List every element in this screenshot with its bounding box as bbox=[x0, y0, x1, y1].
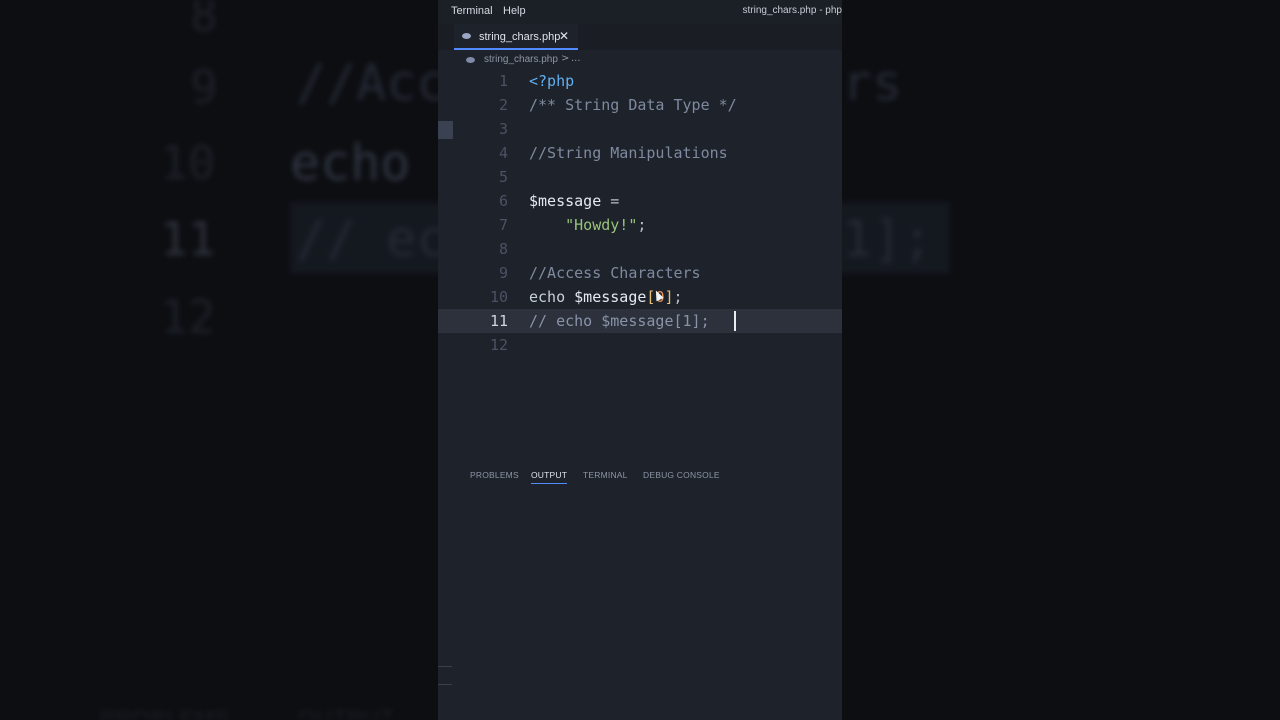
panel-tab-bar: PROBLEMS OUTPUT TERMINAL DEBUG CONSOLE bbox=[438, 464, 842, 488]
code-line[interactable]: 1 <?php bbox=[438, 69, 842, 93]
screen: 8 9 10 11 12 //Acc rs echo // ec 1]; PRO… bbox=[0, 0, 1280, 720]
editor-tab-bar: string_chars.php ✕ bbox=[438, 24, 842, 50]
code-bracket: ] bbox=[664, 288, 674, 306]
background-code: 1]; bbox=[842, 210, 933, 268]
background-code: rs bbox=[842, 54, 903, 112]
background-code: echo bbox=[290, 134, 411, 192]
tab-output[interactable]: OUTPUT bbox=[531, 470, 568, 484]
code-comment: // echo $message[1]; bbox=[529, 312, 710, 330]
line-number: 3 bbox=[498, 120, 508, 138]
code-line-active[interactable]: 11 // echo $message[1]; bbox=[438, 309, 842, 333]
background-line-number: 10 bbox=[160, 136, 216, 190]
tab-string-chars[interactable]: string_chars.php ✕ bbox=[454, 24, 578, 50]
background-line-number: 11 bbox=[160, 212, 216, 266]
background-line-number: 12 bbox=[160, 290, 216, 344]
line-number: 8 bbox=[498, 240, 508, 258]
php-file-icon bbox=[466, 57, 475, 63]
code-line[interactable]: 3 bbox=[438, 117, 842, 141]
line-number: 12 bbox=[489, 336, 508, 354]
code-keyword: echo bbox=[529, 288, 575, 306]
tab-problems[interactable]: PROBLEMS bbox=[470, 470, 519, 480]
divider bbox=[438, 684, 452, 685]
tab-label: string_chars.php bbox=[479, 31, 561, 43]
code-operator: = bbox=[601, 192, 620, 210]
close-icon[interactable]: ✕ bbox=[559, 29, 569, 43]
code-line[interactable]: 8 bbox=[438, 237, 842, 261]
line-number: 2 bbox=[498, 96, 508, 114]
breadcrumb-more[interactable]: ... bbox=[571, 53, 581, 64]
code-comment: //String Manipulations bbox=[529, 144, 728, 162]
line-number: 9 bbox=[498, 264, 508, 282]
chevron-right-icon: > bbox=[561, 53, 570, 64]
background-code: // ec bbox=[296, 210, 447, 268]
code-comment: /** String Data Type */ bbox=[529, 96, 737, 114]
code-line[interactable]: 7 "Howdy!"; bbox=[438, 213, 842, 237]
breadcrumb: string_chars.php > ... bbox=[438, 50, 842, 70]
code-line[interactable]: 10 echo $message[0]; bbox=[438, 285, 842, 309]
code-punctuation: ; bbox=[637, 216, 647, 234]
code-variable: $message bbox=[529, 192, 602, 210]
line-number: 5 bbox=[498, 168, 508, 186]
line-number: 7 bbox=[498, 216, 508, 234]
line-number: 6 bbox=[498, 192, 508, 210]
breadcrumb-file[interactable]: string_chars.php bbox=[484, 54, 558, 65]
text-cursor bbox=[734, 311, 736, 331]
window-title: string_chars.php - php bbox=[742, 5, 842, 16]
tab-terminal[interactable]: TERMINAL bbox=[583, 470, 628, 480]
menu-bar: Terminal Help string_chars.php - php bbox=[438, 0, 842, 24]
line-number: 4 bbox=[498, 144, 508, 162]
code-line[interactable]: 6 $message = bbox=[438, 189, 842, 213]
code-line[interactable]: 12 bbox=[438, 333, 842, 357]
menu-terminal[interactable]: Terminal bbox=[451, 5, 493, 17]
background-line-number: 9 bbox=[190, 60, 218, 114]
menu-help[interactable]: Help bbox=[503, 5, 526, 17]
code-line[interactable]: 2 /** String Data Type */ bbox=[438, 93, 842, 117]
php-file-icon bbox=[462, 33, 471, 39]
code-string: "Howdy!" bbox=[565, 216, 638, 234]
divider bbox=[438, 666, 452, 667]
line-number: 11 bbox=[489, 312, 508, 330]
tab-debug-console[interactable]: DEBUG CONSOLE bbox=[643, 470, 720, 480]
editor-window: Terminal Help string_chars.php - php str… bbox=[438, 0, 842, 720]
background-panel-label: OUTPUT bbox=[298, 706, 395, 720]
background-panel-label: PROBLEMS bbox=[100, 706, 231, 720]
code-line[interactable]: 9 //Access Characters bbox=[438, 261, 842, 285]
line-number: 1 bbox=[498, 72, 508, 90]
code-line[interactable]: 5 bbox=[438, 165, 842, 189]
background-code: //Acc bbox=[296, 54, 447, 112]
line-number: 10 bbox=[489, 288, 508, 306]
background-line-number: 8 bbox=[190, 0, 218, 42]
php-open-tag: <?php bbox=[529, 72, 575, 90]
code-line[interactable]: 4 //String Manipulations bbox=[438, 141, 842, 165]
code-variable: $message bbox=[574, 288, 647, 306]
code-punctuation: ; bbox=[673, 288, 683, 306]
code-comment: //Access Characters bbox=[529, 264, 701, 282]
